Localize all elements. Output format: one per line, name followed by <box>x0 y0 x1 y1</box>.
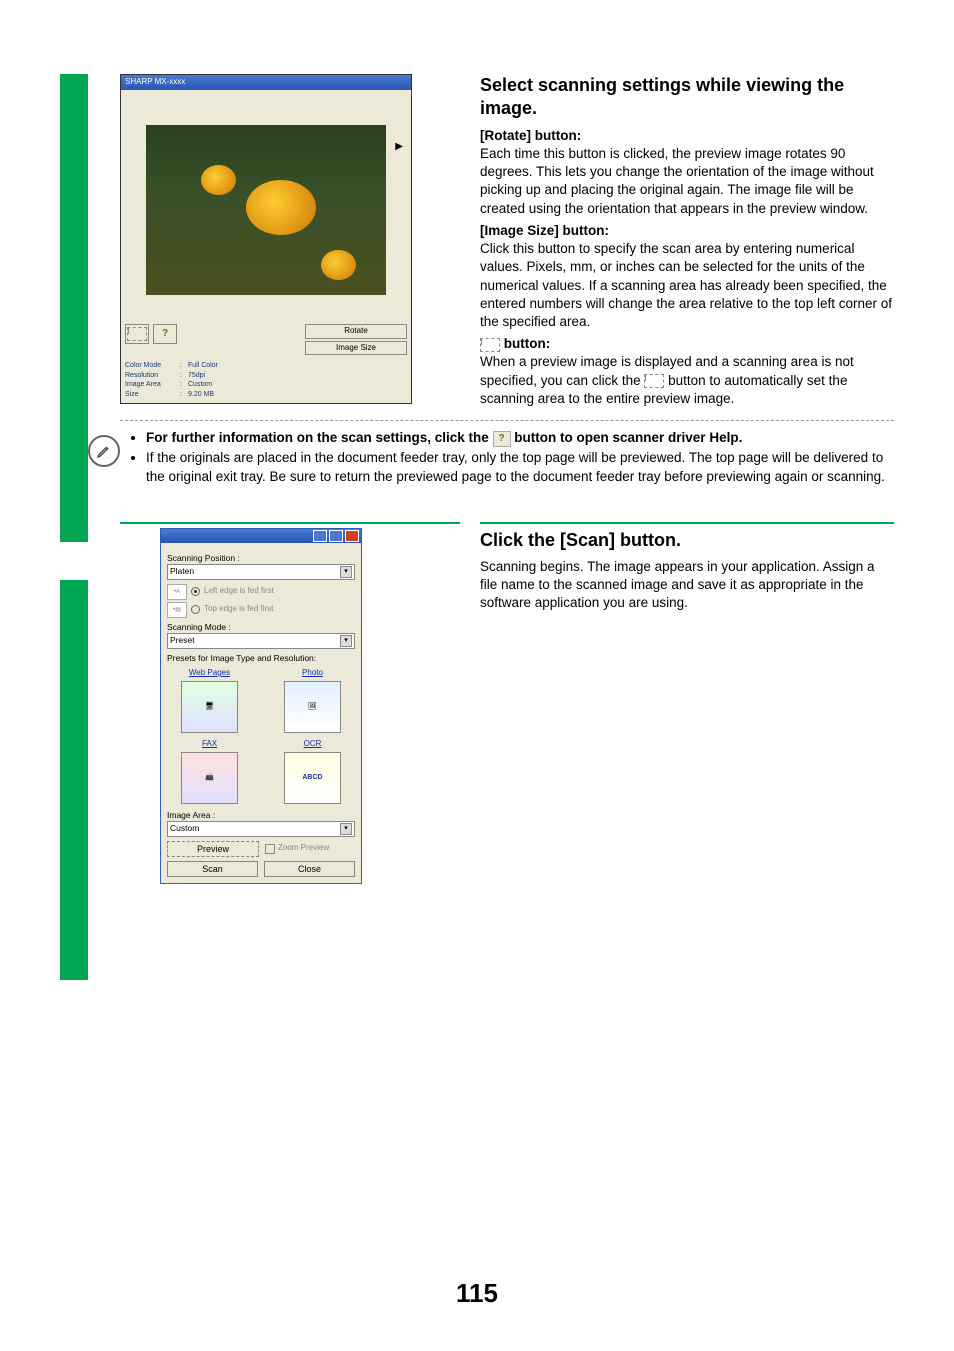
scanner-window-title: SHARP MX-xxxx <box>121 75 411 90</box>
scanning-position-value: Platen <box>170 566 194 577</box>
preset-fax-label: FAX <box>180 739 240 750</box>
preview-image <box>146 125 386 295</box>
rotate-text: Each time this button is clicked, the pr… <box>480 145 894 218</box>
auto-label: button: <box>480 335 894 353</box>
step8-heading: Click the [Scan] button. <box>480 528 894 552</box>
preset-ocr-label: OCR <box>283 739 343 750</box>
info-image-area-value: Custom <box>188 380 212 389</box>
green-separator <box>120 522 460 524</box>
scan-button[interactable]: Scan <box>167 861 258 877</box>
preset-web-label: Web Pages <box>180 668 240 679</box>
step-number-8: 8 <box>0 700 12 749</box>
checkbox-icon <box>265 844 275 854</box>
image-area-combo[interactable]: Custom ▾ <box>167 821 355 836</box>
minimize-icon[interactable] <box>313 530 327 542</box>
rotate-button[interactable]: Rotate <box>305 324 407 339</box>
scan-info-table: Color Mode:Full Color Resolution:75dpi I… <box>121 359 411 403</box>
chevron-down-icon-2: ▾ <box>340 635 352 646</box>
rotate-label: [Rotate] button: <box>480 127 894 145</box>
note-item-1: For further information on the scan sett… <box>146 429 894 447</box>
scanning-position-combo[interactable]: Platen ▾ <box>167 564 355 579</box>
auto-area-icon <box>127 327 147 341</box>
note-block: For further information on the scan sett… <box>88 429 894 488</box>
chevron-down-icon: ▾ <box>340 566 352 577</box>
preset-fax-icon: 📠 <box>181 752 238 804</box>
image-area-value-dlg: Custom <box>170 823 199 834</box>
orient-top-icon: •▤ <box>167 602 187 618</box>
info-resolution-value: 75dpi <box>188 371 205 380</box>
radio-top-edge[interactable]: •▤ Top edge is fed first <box>167 602 355 618</box>
image-area-label-dlg: Image Area : <box>167 810 355 821</box>
dashed-separator <box>120 420 894 421</box>
preset-ocr-icon: ABCD <box>284 752 341 804</box>
step8-text: Scanning begins. The image appears in yo… <box>480 558 894 613</box>
info-resolution-label: Resolution <box>125 371 180 380</box>
auto-text: When a preview image is displayed and a … <box>480 353 894 408</box>
step7-heading: Select scanning settings while viewing t… <box>480 74 894 121</box>
pen-icon <box>88 435 120 467</box>
preset-web[interactable]: Web Pages 🖥 <box>180 668 240 735</box>
preview-button[interactable]: Preview <box>167 841 259 857</box>
image-size-label: [Image Size] button: <box>480 222 894 240</box>
zoom-preview-checkbox[interactable]: Zoom Preview <box>265 841 355 857</box>
help-icon[interactable]: ? <box>493 431 511 447</box>
page-number: 115 <box>0 1276 954 1311</box>
close-button[interactable]: Close <box>264 861 355 877</box>
scanner-preview-window: SHARP MX-xxxx ▶ ? Rotate Image Size <box>120 74 412 404</box>
scanner-driver-dialog: Scanning Position : Platen ▾ •A Left edg… <box>160 528 362 884</box>
preset-web-icon: 🖥 <box>181 681 238 733</box>
auto-area-button[interactable] <box>125 324 149 344</box>
info-color-mode-value: Full Color <box>188 361 218 370</box>
info-image-area-label: Image Area <box>125 380 180 389</box>
maximize-icon[interactable] <box>329 530 343 542</box>
close-icon[interactable] <box>345 530 359 542</box>
orient-left-icon: •A <box>167 584 187 600</box>
green-separator-2 <box>480 522 894 524</box>
radio-left-edge[interactable]: •A Left edge is fed first <box>167 584 355 600</box>
arrow-right-icon: ▶ <box>395 140 403 154</box>
radio-top-label: Top edge is fed first <box>204 604 273 615</box>
note-item-2: If the originals are placed in the docum… <box>146 449 894 485</box>
help-button-small[interactable]: ? <box>153 324 177 344</box>
image-size-text: Click this button to specify the scan ar… <box>480 240 894 331</box>
preset-photo-icon: 🖼 <box>284 681 341 733</box>
preset-photo-label: Photo <box>283 668 343 679</box>
zoom-preview-label: Zoom Preview <box>278 843 329 854</box>
scanning-mode-label: Scanning Mode : <box>167 622 355 633</box>
step-number-7: 7 <box>0 225 12 274</box>
info-size-label: Size <box>125 390 180 399</box>
radio-left-label: Left edge is fed first <box>204 586 274 597</box>
preset-ocr[interactable]: OCR ABCD <box>283 739 343 806</box>
info-color-mode-label: Color Mode <box>125 361 180 370</box>
preset-fax[interactable]: FAX 📠 <box>180 739 240 806</box>
preview-area: ▶ <box>121 90 411 320</box>
dialog-titlebar <box>161 529 361 543</box>
presets-label: Presets for Image Type and Resolution: <box>167 653 355 664</box>
preset-photo[interactable]: Photo 🖼 <box>283 668 343 735</box>
auto-area-icon-inline <box>480 338 500 352</box>
scanning-mode-combo[interactable]: Preset ▾ <box>167 633 355 648</box>
auto-area-icon-inline-2 <box>644 374 664 388</box>
info-size-value: 9.20 MB <box>188 390 214 399</box>
chevron-down-icon-3: ▾ <box>340 823 352 834</box>
scanning-position-label: Scanning Position : <box>167 553 355 564</box>
image-size-button[interactable]: Image Size <box>305 341 407 356</box>
scanning-mode-value: Preset <box>170 635 195 646</box>
